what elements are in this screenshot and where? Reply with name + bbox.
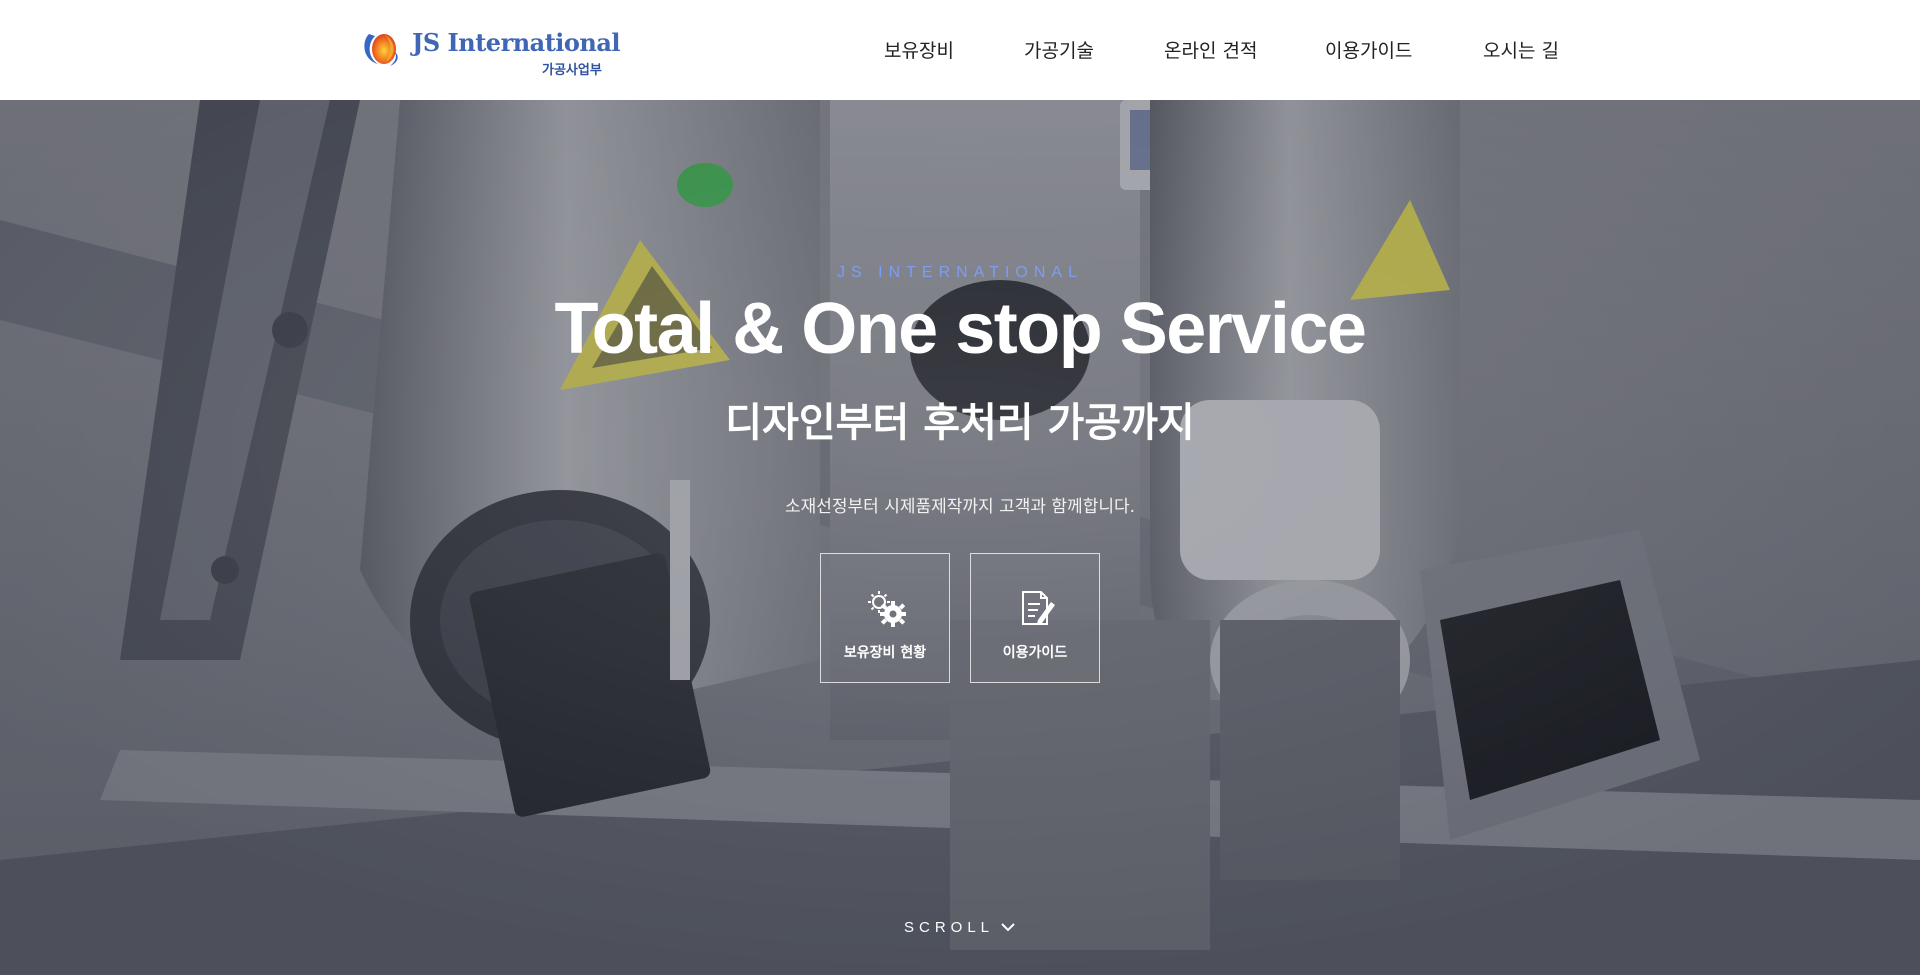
hero-section: JS INTERNATIONAL Total & One stop Servic… xyxy=(0,100,1920,975)
scroll-down-link[interactable]: SCROLL xyxy=(900,917,1022,941)
nav-item-equipment[interactable]: 보유장비 xyxy=(884,36,954,63)
equipment-status-label: 보유장비 현황 xyxy=(843,645,927,661)
site-logo[interactable]: JS International 가공사업부 xyxy=(360,24,621,78)
logo-name: JS International xyxy=(412,28,621,57)
equipment-status-button[interactable]: 보유장비 현황 xyxy=(820,553,950,683)
usage-guide-button[interactable]: 이용가이드 xyxy=(970,553,1100,683)
hero-eyebrow: JS INTERNATIONAL xyxy=(837,264,1083,281)
usage-guide-label: 이용가이드 xyxy=(1002,645,1068,661)
nav-item-technology[interactable]: 가공기술 xyxy=(1024,36,1094,63)
logo-subtitle: 가공사업부 xyxy=(542,63,602,78)
nav-item-online-quote[interactable]: 온라인 견적 xyxy=(1164,36,1257,63)
chevron-down-icon xyxy=(1001,923,1015,932)
hero-title: Total & One stop Service xyxy=(554,289,1367,369)
scroll-label: SCROLL xyxy=(904,919,995,936)
nav-item-directions[interactable]: 오시는 길 xyxy=(1483,36,1559,63)
nav-item-guide[interactable]: 이용가이드 xyxy=(1325,36,1412,63)
hero-overlay xyxy=(0,100,1920,975)
flame-globe-logo-icon xyxy=(364,34,398,66)
hero-subtitle: 디자인부터 후처리 가공까지 xyxy=(725,400,1195,446)
hero-description: 소재선정부터 시제품제작까지 고객과 함께합니다. xyxy=(784,497,1136,517)
document-edit-icon xyxy=(1022,591,1055,625)
gears-icon xyxy=(868,591,906,627)
site-header: JS International 가공사업부 보유장비 가공기술 온라인 견적 … xyxy=(0,0,1920,100)
